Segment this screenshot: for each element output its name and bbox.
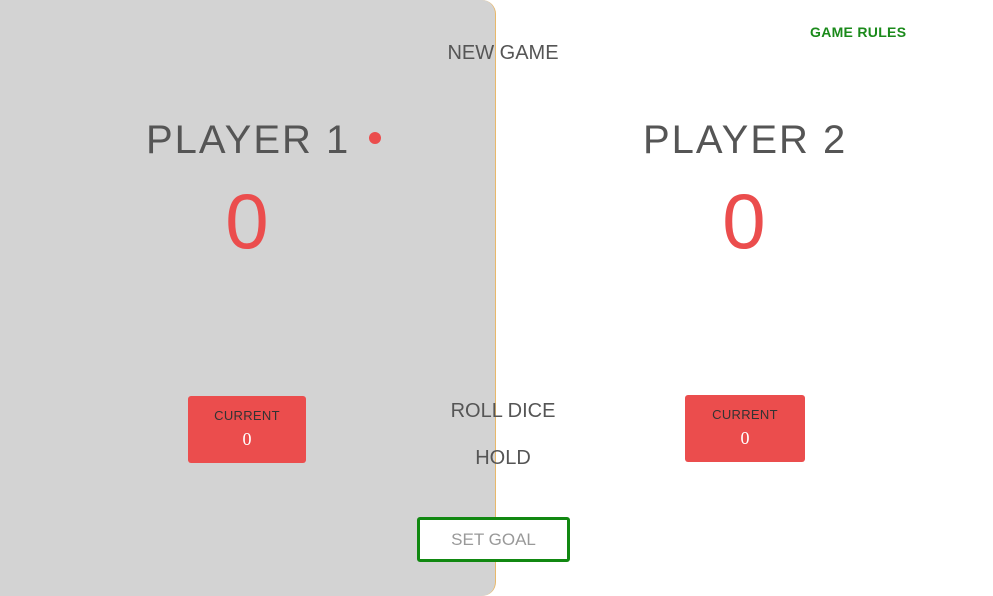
player-1-current-box: CURRENT 0 [188, 396, 306, 463]
player-1-name: PLAYER 1 [146, 118, 351, 162]
new-game-button[interactable]: NEW GAME [443, 42, 563, 65]
player-2-panel [496, 0, 993, 596]
roll-dice-button[interactable]: ROLL DICE [443, 400, 563, 423]
player-1-score: 0 [225, 177, 269, 265]
player-2-current-label: CURRENT [712, 407, 778, 422]
player-1-panel: PLAYER 1 0 CURRENT 0 [0, 0, 496, 596]
player-2-name: PLAYER 2 [643, 118, 848, 162]
active-player-indicator-icon [369, 132, 381, 144]
player-2-current-value: 0 [740, 428, 750, 448]
game-rules-link[interactable]: GAME RULES [810, 24, 906, 40]
player-2-score: 0 [722, 177, 766, 265]
player-1-current-value: 0 [242, 429, 252, 449]
hold-button[interactable]: HOLD [443, 447, 563, 470]
player-1-current-label: CURRENT [214, 408, 280, 423]
player-2-current-box: CURRENT 0 [685, 395, 805, 462]
set-goal-input[interactable] [417, 517, 570, 562]
